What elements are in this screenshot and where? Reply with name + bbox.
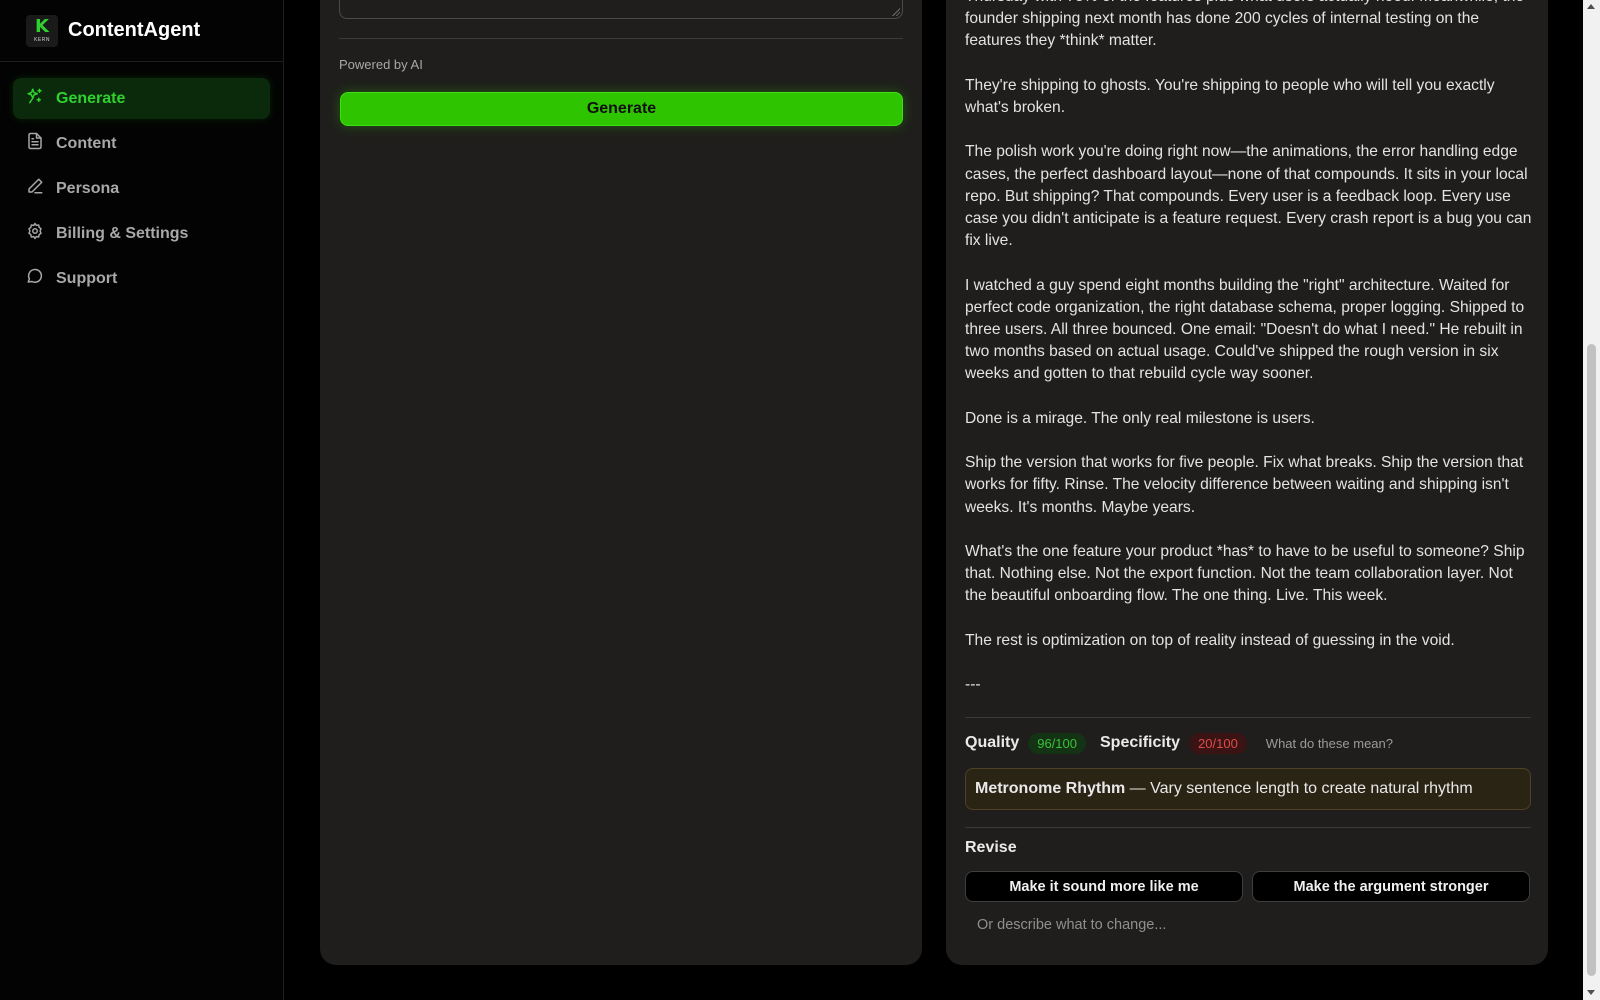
brand-header: K KERN ContentAgent (0, 0, 283, 62)
content-paragraph: I watched a guy spend eight months build… (965, 276, 1525, 383)
generated-content: Thursday with 75% of the features plus w… (965, 0, 1535, 696)
pen-icon (26, 177, 44, 200)
sidebar-item-label: Billing & Settings (56, 224, 189, 242)
scores-help-link[interactable]: What do these mean? (1266, 736, 1393, 751)
app-name: ContentAgent (68, 19, 201, 41)
scroll-up-arrow-icon[interactable] (1587, 4, 1595, 9)
content-paragraph: The rest is optimization on top of reali… (965, 631, 1455, 649)
content-paragraph: Ship the version that works for five peo… (965, 454, 1524, 516)
powered-by-text: Powered by AI (339, 57, 423, 72)
sound-more-like-me-button[interactable]: Make it sound more like me (965, 871, 1243, 902)
generate-button[interactable]: Generate (340, 92, 903, 126)
sidebar-item-generate[interactable]: Generate (13, 78, 270, 119)
sidebar-item-label: Content (56, 134, 117, 152)
logo-subtext: KERN (34, 36, 50, 43)
sidebar-item-persona[interactable]: Persona (13, 168, 270, 209)
content-paragraph: Thursday with 75% of the features plus w… (965, 0, 1524, 50)
sidebar-item-label: Generate (56, 89, 126, 107)
content-paragraph: They're shipping to ghosts. You're shipp… (965, 76, 1495, 116)
document-icon (26, 132, 44, 155)
sidebar-nav: Generate Content Persona Billing & Setti… (0, 62, 283, 315)
content-separator: --- (965, 676, 981, 694)
stronger-argument-button[interactable]: Make the argument stronger (1252, 871, 1530, 902)
sidebar-item-label: Persona (56, 179, 120, 197)
generator-panel: Powered by AI Generate (320, 0, 922, 965)
writing-tip: Metronome Rhythm — Vary sentence length … (965, 768, 1531, 810)
content-paragraph: What's the one feature your product *has… (965, 542, 1525, 605)
revision-input[interactable] (965, 910, 1531, 940)
chat-bubble-icon (26, 267, 44, 290)
scroll-down-arrow-icon[interactable] (1587, 990, 1595, 995)
score-row: Quality 96/100 Specificity 20/100 What d… (965, 731, 1393, 755)
specificity-label: Specificity (1100, 734, 1181, 751)
content-paragraph: Done is a mirage. The only real mileston… (965, 409, 1315, 427)
gear-icon (26, 222, 44, 245)
quality-score-badge: 96/100 (1028, 732, 1086, 754)
sidebar-item-content[interactable]: Content (13, 123, 270, 164)
divider (965, 827, 1531, 828)
page-scrollbar[interactable] (1583, 0, 1600, 1000)
quality-label: Quality (965, 734, 1020, 751)
content-paragraph: The polish work you're doing right now—t… (965, 143, 1532, 250)
sparkles-icon (26, 87, 44, 110)
prompt-textarea[interactable] (339, 0, 903, 19)
sidebar-item-label: Support (56, 269, 118, 287)
app-logo[interactable]: K KERN (26, 14, 58, 47)
output-panel: Thursday with 75% of the features plus w… (946, 0, 1548, 965)
divider (965, 717, 1531, 718)
specificity-score-badge: 20/100 (1189, 732, 1247, 754)
sidebar-item-billing-settings[interactable]: Billing & Settings (13, 213, 270, 254)
tip-dash: — (1125, 780, 1151, 797)
logo-letter: K (35, 15, 49, 37)
sidebar: K KERN ContentAgent Generate Content Per… (0, 0, 284, 1000)
tip-title: Metronome Rhythm (975, 780, 1126, 797)
revise-heading: Revise (965, 839, 1017, 856)
tip-text: Vary sentence length to create natural r… (1150, 780, 1473, 797)
scroll-thumb[interactable] (1587, 344, 1596, 976)
sidebar-item-support[interactable]: Support (13, 258, 270, 299)
resize-handle[interactable] (891, 7, 900, 16)
divider (339, 38, 903, 39)
